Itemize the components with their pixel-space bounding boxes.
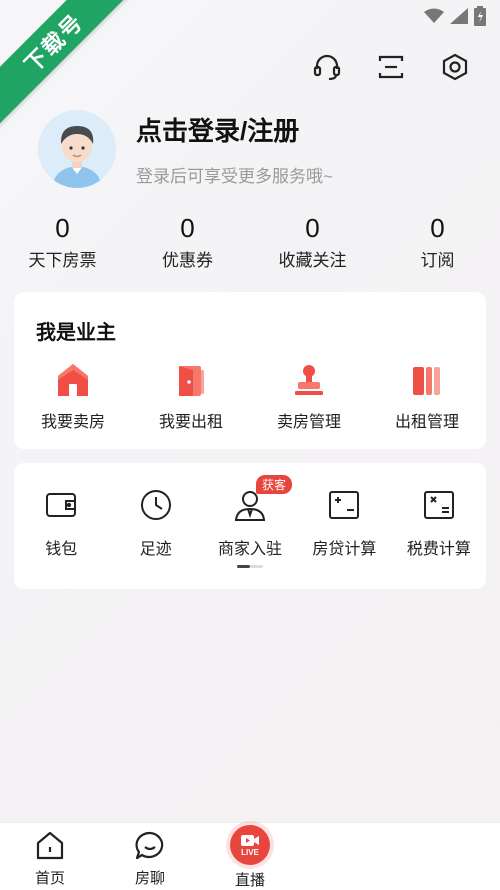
- door-icon: [171, 360, 211, 400]
- chat-icon: [133, 829, 167, 863]
- sell-management-label: 卖房管理: [276, 414, 341, 431]
- headset-icon[interactable]: [312, 52, 342, 82]
- login-register-link[interactable]: 点击登录/注册: [136, 111, 333, 148]
- merchant-badge: 获客: [256, 475, 293, 494]
- home-icon: [33, 829, 67, 863]
- page-dot: [250, 565, 263, 568]
- live-icon: LIVE: [230, 825, 270, 865]
- rent-management-label: 出租管理: [394, 414, 459, 431]
- stat-favorites[interactable]: 0 收藏关注: [250, 212, 375, 271]
- stat-coupons[interactable]: 0 优惠券: [125, 212, 250, 271]
- live-badge-text: LIVE: [241, 847, 259, 857]
- wifi-icon: [424, 8, 444, 29]
- nav-live-label: 直播: [234, 872, 265, 889]
- profile-section: 点击登录/注册 登录后可享受更多服务哦~: [38, 110, 333, 188]
- wallet-button[interactable]: 钱包: [14, 487, 108, 559]
- nav-home-label: 首页: [34, 870, 65, 887]
- merchant-join-button[interactable]: 获客 商家入驻: [203, 475, 297, 559]
- owner-section-title: 我是业主: [36, 322, 116, 344]
- tax-calculator-label: 税费计算: [406, 541, 471, 558]
- page-indicator: [237, 565, 263, 568]
- nav-chat-label: 房聊: [134, 870, 165, 887]
- stat-value: 0: [55, 213, 70, 243]
- stat-label: 订阅: [420, 251, 455, 270]
- tax-calculator-button[interactable]: 税费计算: [392, 487, 486, 559]
- sell-house-label: 我要卖房: [40, 414, 105, 431]
- nav-live[interactable]: LIVE 直播: [200, 823, 300, 890]
- stat-value: 0: [305, 213, 320, 243]
- mortgage-calculator-button[interactable]: 房贷计算: [297, 487, 391, 559]
- stat-value: 0: [180, 213, 195, 243]
- sell-house-button[interactable]: 我要卖房: [14, 360, 132, 432]
- settings-icon[interactable]: [440, 52, 470, 82]
- stamp-icon: [289, 360, 329, 400]
- mortgage-calculator-label: 房贷计算: [312, 541, 377, 558]
- signal-icon: [450, 8, 468, 29]
- calculator-icon: [326, 487, 362, 523]
- wallet-label: 钱包: [45, 541, 78, 558]
- tools-card: 钱包 足迹 获客 商家入驻 房贷计算 税费计算: [14, 463, 486, 589]
- stat-label: 天下房票: [28, 251, 97, 270]
- login-subtitle: 登录后可享受更多服务哦~: [136, 167, 333, 186]
- tax-calculator-icon: [421, 487, 457, 523]
- merchant-join-label: 商家入驻: [218, 541, 283, 558]
- bottom-nav: 首页 房聊 LIVE 直播: [0, 822, 500, 890]
- sell-management-button[interactable]: 卖房管理: [250, 360, 368, 432]
- nav-home[interactable]: 首页: [0, 823, 100, 890]
- scan-icon[interactable]: [376, 52, 406, 82]
- stat-label: 优惠券: [162, 251, 213, 270]
- avatar[interactable]: [38, 110, 116, 188]
- house-icon: [53, 360, 93, 400]
- nav-chat[interactable]: 房聊: [100, 823, 200, 890]
- page-dot-active: [237, 565, 250, 568]
- owner-card: 我是业主 我要卖房 我要出租 卖房管理 出租管理: [14, 292, 486, 449]
- stat-label: 收藏关注: [278, 251, 347, 270]
- rent-management-button[interactable]: 出租管理: [368, 360, 486, 432]
- rent-out-label: 我要出租: [158, 414, 223, 431]
- battery-icon: [474, 6, 486, 31]
- stats-row: 0 天下房票 0 优惠券 0 收藏关注 0 订阅: [0, 212, 500, 271]
- header-actions: [312, 52, 470, 82]
- rent-out-button[interactable]: 我要出租: [132, 360, 250, 432]
- history-button[interactable]: 足迹: [108, 487, 202, 559]
- stat-subscriptions[interactable]: 0 订阅: [375, 212, 500, 271]
- clock-icon: [138, 487, 174, 523]
- wallet-icon: [43, 487, 79, 523]
- history-label: 足迹: [139, 541, 172, 558]
- stat-house-tickets[interactable]: 0 天下房票: [0, 212, 125, 271]
- stat-value: 0: [430, 213, 445, 243]
- books-icon: [407, 360, 447, 400]
